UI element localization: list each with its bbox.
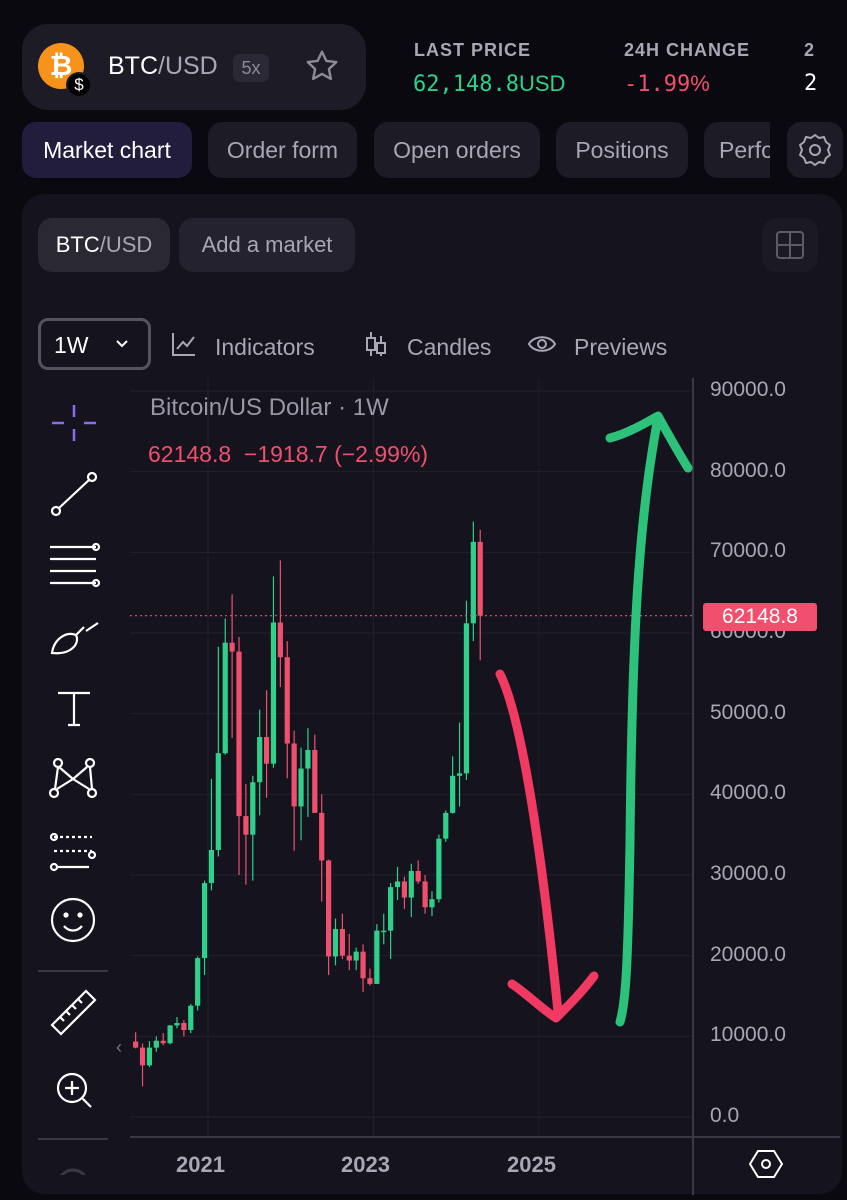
y-tick-label: 20000.0 — [710, 942, 786, 966]
chart-legend-title: Bitcoin/US Dollar · 1W — [150, 394, 389, 421]
candle-body — [367, 978, 373, 984]
candle-body — [215, 753, 221, 850]
current-price-label: 62148.8 — [703, 603, 817, 631]
y-tick-label: 0.0 — [710, 1104, 740, 1127]
candle-body — [236, 651, 242, 817]
candle-body — [201, 883, 208, 959]
y-tick-label: 10000.0 — [710, 1023, 786, 1047]
candle-body — [332, 929, 339, 957]
candle-body — [470, 541, 476, 624]
y-tick-label: 80000.0 — [710, 458, 786, 482]
candle-body — [388, 887, 394, 931]
candle-body — [394, 881, 401, 888]
y-tick-label: 70000.0 — [710, 539, 786, 563]
candle-body — [429, 899, 435, 908]
candle-body — [153, 1040, 159, 1048]
candle-body — [181, 1023, 187, 1031]
candle-body — [477, 541, 483, 616]
candle-body — [229, 642, 235, 652]
y-tick-label: 40000.0 — [710, 781, 786, 805]
up-arrow-annotation — [605, 411, 693, 1027]
candle-body — [291, 743, 297, 807]
candle-body — [146, 1047, 153, 1066]
candle-body — [160, 1040, 166, 1044]
candle-body — [408, 870, 414, 898]
legend-change: −1918.7 — [243, 441, 328, 467]
candle-body — [339, 929, 345, 956]
candle-body — [277, 622, 283, 658]
candle-body — [167, 1025, 173, 1044]
candle-body — [222, 642, 228, 754]
candle-body — [456, 773, 463, 776]
candle-body — [133, 1041, 139, 1048]
candle-body — [188, 1005, 194, 1031]
candle-body — [415, 870, 421, 882]
x-tick-2023: 2023 — [341, 1152, 390, 1177]
candle-body — [346, 955, 352, 961]
candle-body — [139, 1047, 146, 1066]
candle-body — [436, 838, 442, 900]
candle-body — [257, 737, 263, 783]
candle-body — [381, 930, 387, 933]
candle-body — [250, 782, 256, 835]
candle-body — [401, 881, 408, 898]
candle-body — [422, 881, 428, 908]
candle-body — [263, 737, 270, 764]
candle-body — [174, 1023, 180, 1026]
chart-legend-values: 62148.8 −1918.7 (−2.99%) — [148, 441, 428, 468]
candle-body — [443, 812, 449, 839]
candle-body — [353, 951, 359, 961]
price-chart[interactable] — [0, 0, 847, 1200]
candle-body — [319, 812, 325, 861]
candle-body — [208, 849, 215, 884]
candle-body — [298, 768, 304, 807]
legend-last: 62148.8 — [148, 441, 232, 467]
scroll-left-icon[interactable]: ‹ — [116, 1037, 122, 1058]
candle-body — [312, 749, 318, 813]
y-tick-label: 50000.0 — [710, 700, 786, 724]
candle-body — [195, 958, 201, 1006]
y-tick-label: 90000.0 — [710, 378, 786, 401]
candle-body — [360, 951, 366, 979]
candle-body — [270, 622, 277, 764]
candle-body — [305, 749, 311, 769]
candle-body — [243, 816, 249, 835]
candle-body — [326, 860, 332, 957]
candle-body — [374, 930, 380, 984]
y-tick-label: 30000.0 — [710, 862, 786, 885]
legend-change-pct: (−2.99%) — [334, 441, 429, 467]
candle-body — [450, 775, 456, 813]
candle-body — [463, 623, 470, 774]
x-tick-2021: 2021 — [176, 1152, 225, 1177]
down-arrow-annotation — [495, 669, 599, 1023]
chart-settings-icon[interactable] — [748, 1148, 784, 1180]
candle-body — [284, 657, 290, 744]
x-tick-2025: 2025 — [507, 1152, 556, 1177]
